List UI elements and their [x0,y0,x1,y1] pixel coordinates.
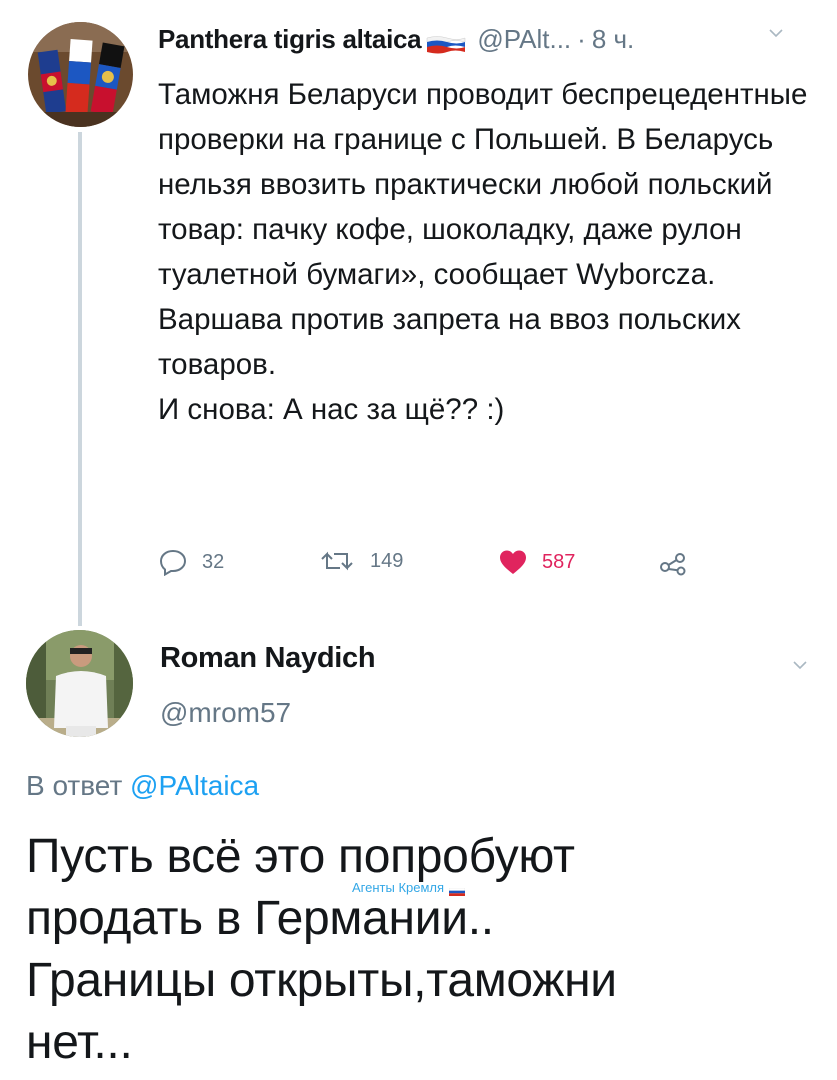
reply-prefix: В ответ [26,770,123,801]
reply-button[interactable]: 32 [158,548,224,576]
tweet1-paragraph: Таможня Беларуси проводит беспрецедентны… [158,78,808,291]
thread-line [78,132,82,626]
russia-flag-icon [448,884,466,896]
tweet1-body: Таможня Беларуси проводит беспрецедентны… [158,72,818,432]
share-icon [658,548,688,576]
tweet2-body: Пусть всё это попробуют продать в Герман… [26,826,826,1074]
tweet2-line: Границы открыты,таможни [26,954,617,1007]
tweet1-separator: · [577,24,586,54]
tweet1-author-name[interactable]: Panthera tigris altaica [158,24,422,55]
avatar-panthera[interactable] [28,22,133,127]
chevron-down-icon[interactable] [793,658,807,677]
tweet2-line: нет... [26,1016,133,1069]
like-button[interactable]: 587 [498,548,575,576]
tweet1-paragraph: И снова: А нас за щё?? :) [158,393,505,426]
tweet2-handle[interactable]: @mrom57 [160,697,291,729]
reply-icon [158,548,188,576]
tweet2-author-name[interactable]: Roman Naydich [160,642,376,675]
tweet1-handle[interactable]: @PAlt... [477,24,571,55]
like-count: 587 [542,550,576,573]
tweet2-line: продать в Германии.. [26,892,494,945]
watermark: Агенты Кремля [352,880,466,896]
chevron-down-icon[interactable] [769,26,783,45]
share-button[interactable] [658,548,688,576]
tweet1-header: Panthera tigris altaica @PAlt... · 8 ч. [158,24,634,55]
tweet1-timestamp[interactable]: 8 ч. [592,24,634,55]
russia-flag-icon [425,31,467,53]
retweet-count: 149 [370,549,404,572]
watermark-text: Агенты Кремля [352,880,445,895]
tweet1-paragraph: Варшава против запрета на ввоз польских … [158,303,741,381]
tweet1-actions: 32 149 587 [158,548,718,588]
reply-context: В ответ @PAltaica [26,770,259,802]
heart-icon [498,548,528,576]
tweet2-line: Пусть всё это попробуют [26,830,575,883]
reply-count: 32 [202,550,225,573]
reply-mention-link[interactable]: @PAltaica [130,770,259,801]
avatar-roman[interactable] [26,630,133,737]
retweet-button[interactable]: 149 [318,548,403,574]
retweet-icon [318,548,356,574]
